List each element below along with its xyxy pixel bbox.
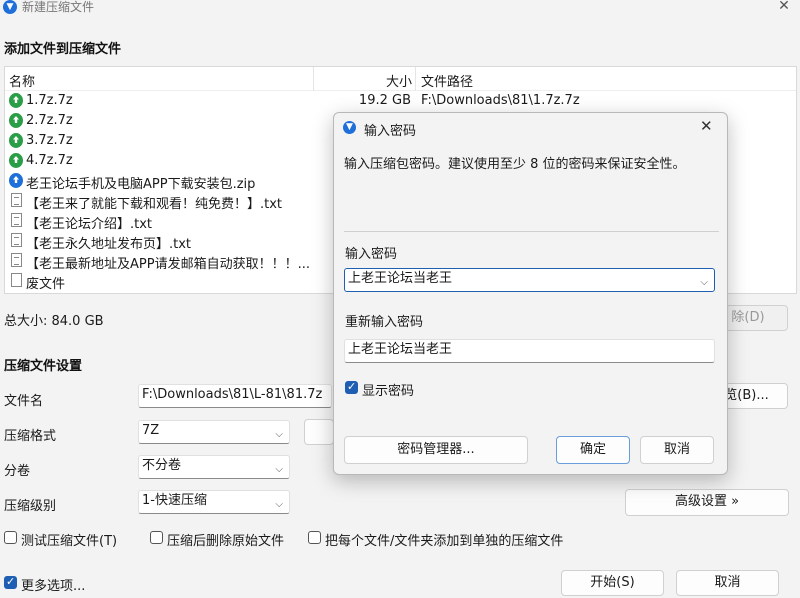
app-logo-icon: ▼ — [3, 0, 17, 14]
test-archive-label[interactable]: 测试压缩文件(T) — [21, 530, 117, 549]
format-value: 7Z — [142, 423, 160, 438]
file-name: 废文件 — [26, 277, 66, 292]
file-name: 【老王论坛介绍】.txt — [26, 217, 153, 232]
confirm-password-label: 重新输入密码 — [345, 315, 424, 330]
format-select[interactable]: 7Z ⌵ — [138, 420, 290, 444]
file-name: 【老王最新地址及APP请发邮箱自动获取！！！... — [26, 257, 310, 272]
advanced-settings-button[interactable]: 高级设置 » — [625, 489, 789, 516]
text-file-icon — [11, 193, 22, 207]
separate-archives-label[interactable]: 把每个文件/文件夹添加到单独的压缩文件 — [325, 530, 563, 549]
ok-button[interactable]: 确定 — [556, 436, 630, 464]
filename-label: 文件名 — [4, 394, 44, 409]
confirm-password-input[interactable]: 上老王论坛当老王 — [344, 339, 715, 363]
dialog-title: 输入密码 — [364, 124, 417, 139]
chevron-down-icon: ⌵ — [275, 499, 283, 510]
password-label: 输入密码 — [345, 247, 398, 262]
level-label: 压缩级别 — [4, 499, 57, 514]
archive-icon — [9, 153, 23, 168]
password-dialog: ▼ 输入密码 ✕ 输入压缩包密码。建议使用至少 8 位的密码来保证安全性。 输入… — [333, 112, 728, 475]
dialog-close-button[interactable]: ✕ — [700, 117, 713, 135]
file-name: 3.7z.7z — [26, 133, 73, 148]
dialog-button-bar: 密码管理器... 确定 取消 — [334, 426, 727, 474]
settings-title: 压缩文件设置 — [4, 359, 83, 374]
text-file-icon — [11, 233, 22, 247]
file-name: 4.7z.7z — [26, 153, 73, 168]
window-close-button[interactable]: ✕ — [774, 0, 794, 14]
folder-icon — [11, 273, 22, 287]
file-name: 1.7z.7z — [26, 93, 73, 108]
zip-icon — [9, 173, 23, 188]
chevron-down-icon: ⌵ — [700, 277, 708, 288]
format-options-button[interactable] — [304, 419, 334, 445]
column-name[interactable]: 名称 — [9, 71, 35, 90]
chevron-down-icon: ⌵ — [275, 429, 283, 440]
show-password-checkbox[interactable] — [345, 380, 358, 394]
level-value: 1-快速压缩 — [142, 493, 207, 508]
password-manager-button[interactable]: 密码管理器... — [344, 436, 528, 464]
file-name: 老王论坛手机及电脑APP下载安装包.zip — [26, 177, 256, 192]
text-file-icon — [11, 213, 22, 227]
text-file-icon — [11, 253, 22, 267]
column-size[interactable]: 大小 — [386, 71, 412, 90]
file-row[interactable]: 1.7z.7z 19.2 GB F:\Downloads\81\1.7z.7z — [5, 91, 796, 111]
title-bar: ▼ 新建压缩文件 ✕ — [0, 0, 800, 28]
more-options-label[interactable]: 更多选项... — [21, 575, 85, 594]
password-input[interactable]: 上老王论坛当老王 ⌵ — [344, 268, 715, 292]
show-password-label[interactable]: 显示密码 — [362, 380, 414, 399]
level-select[interactable]: 1-快速压缩 ⌵ — [138, 490, 290, 514]
archive-icon — [9, 93, 23, 108]
dialog-cancel-button[interactable]: 取消 — [640, 436, 714, 464]
dialog-description: 输入压缩包密码。建议使用至少 8 位的密码来保证安全性。 — [344, 157, 686, 172]
archive-icon — [9, 133, 23, 148]
start-button[interactable]: 开始(S) — [561, 570, 664, 596]
split-select[interactable]: 不分卷 ⌵ — [138, 455, 290, 479]
file-path: F:\Downloads\81\1.7z.7z — [421, 93, 580, 108]
window-title: 新建压缩文件 — [22, 0, 95, 14]
password-value: 上老王论坛当老王 — [348, 271, 453, 286]
delete-after-checkbox[interactable] — [150, 531, 163, 544]
file-name: 2.7z.7z — [26, 113, 73, 128]
file-list-header: 名称 大小 文件路径 — [5, 67, 796, 91]
total-size: 总大小: 84.0 GB — [4, 314, 104, 329]
column-path[interactable]: 文件路径 — [421, 71, 473, 90]
dialog-logo-icon: ▼ — [343, 121, 356, 134]
main-cancel-button[interactable]: 取消 — [676, 570, 779, 596]
split-label: 分卷 — [4, 464, 31, 479]
delete-after-label[interactable]: 压缩后删除原始文件 — [167, 530, 284, 549]
add-files-title: 添加文件到压缩文件 — [4, 42, 122, 57]
archive-icon — [9, 113, 23, 128]
split-value: 不分卷 — [142, 458, 182, 473]
file-name: 【老王来了就能下载和观看！纯免费！】.txt — [26, 197, 283, 212]
chevron-down-icon: ⌵ — [275, 464, 283, 475]
format-label: 压缩格式 — [4, 429, 57, 444]
separate-archives-checkbox[interactable] — [308, 531, 321, 544]
more-options-checkbox[interactable] — [4, 575, 17, 589]
filename-input[interactable]: F:\Downloads\81\L-81\81.7z — [138, 384, 332, 408]
file-size: 19.2 GB — [358, 93, 411, 108]
file-name: 【老王永久地址发布页】.txt — [26, 237, 192, 252]
test-archive-checkbox[interactable] — [4, 531, 17, 544]
